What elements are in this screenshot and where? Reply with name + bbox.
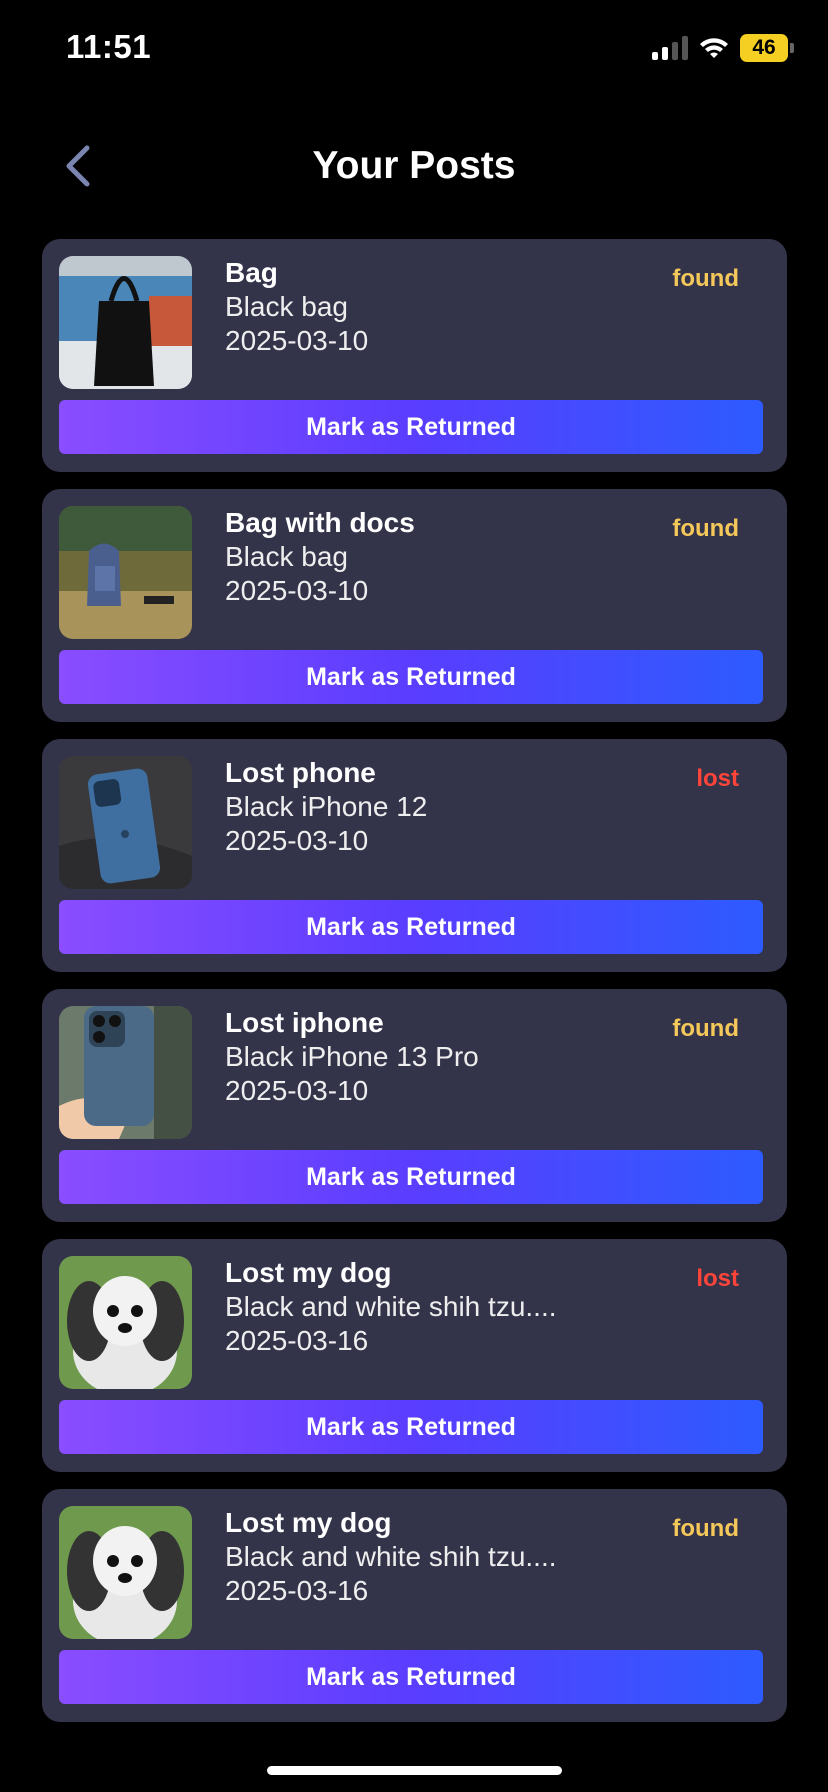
mark-returned-button[interactable]: Mark as Returned — [59, 1400, 763, 1454]
shih-tzu-photo — [59, 1506, 192, 1639]
status-badge: found — [672, 515, 739, 542]
post-description: Black bag — [225, 541, 348, 572]
post-description: Black bag — [225, 291, 348, 322]
post-card: Lost phone Black iPhone 12 2025-03-10 lo… — [42, 739, 787, 972]
mark-returned-button[interactable]: Mark as Returned — [59, 1150, 763, 1204]
post-description: Black iPhone 13 Pro — [225, 1041, 479, 1072]
wifi-icon — [700, 38, 728, 58]
post-info: Bag with docs Black bag 2025-03-10 — [225, 506, 415, 608]
page-title: Your Posts — [312, 144, 516, 187]
status-badge: found — [672, 1015, 739, 1042]
post-card: Lost my dog Black and white shih tzu....… — [42, 1239, 787, 1472]
status-bar: 11:51 46 — [0, 0, 828, 100]
home-indicator[interactable] — [267, 1766, 562, 1775]
post-info: Lost my dog Black and white shih tzu....… — [225, 1506, 557, 1608]
mark-returned-button[interactable]: Mark as Returned — [59, 1650, 763, 1704]
post-info: Bag Black bag 2025-03-10 — [225, 256, 368, 358]
backpack-on-grass-photo — [59, 506, 192, 639]
post-date: 2025-03-10 — [225, 575, 369, 606]
status-badge: lost — [696, 765, 739, 792]
post-date: 2025-03-10 — [225, 825, 369, 856]
post-info: Lost iphone Black iPhone 13 Pro 2025-03-… — [225, 1006, 479, 1108]
mark-returned-button[interactable]: Mark as Returned — [59, 400, 763, 454]
mark-returned-button[interactable]: Mark as Returned — [59, 650, 763, 704]
post-description: Black and white shih tzu.... — [225, 1291, 557, 1322]
post-title: Bag with docs — [225, 507, 415, 538]
post-date: 2025-03-10 — [225, 1075, 369, 1106]
post-title: Bag — [225, 257, 278, 288]
post-title: Lost phone — [225, 757, 376, 788]
status-badge: found — [672, 265, 739, 292]
posts-list: Bag Black bag 2025-03-10 found Mark as R… — [42, 239, 787, 1739]
cellular-signal-icon — [652, 36, 688, 60]
battery-icon: 46 — [740, 34, 794, 62]
post-title: Lost iphone — [225, 1007, 384, 1038]
post-info: Lost phone Black iPhone 12 2025-03-10 — [225, 756, 427, 858]
post-card: Bag Black bag 2025-03-10 found Mark as R… — [42, 239, 787, 472]
status-badge: lost — [696, 1265, 739, 1292]
status-time: 11:51 — [66, 28, 152, 65]
battery-level: 46 — [740, 34, 788, 62]
post-card: Bag with docs Black bag 2025-03-10 found… — [42, 489, 787, 722]
post-description: Black iPhone 12 — [225, 791, 428, 822]
post-card: Lost my dog Black and white shih tzu....… — [42, 1489, 787, 1722]
post-date: 2025-03-10 — [225, 325, 369, 356]
status-badge: found — [672, 1515, 739, 1542]
post-date: 2025-03-16 — [225, 1575, 369, 1606]
post-card: Lost iphone Black iPhone 13 Pro 2025-03-… — [42, 989, 787, 1222]
post-title: Lost my dog — [225, 1257, 392, 1288]
post-description: Black and white shih tzu.... — [225, 1541, 557, 1572]
post-title: Lost my dog — [225, 1507, 392, 1538]
status-icons: 46 — [652, 34, 794, 62]
black-handbag-photo — [59, 256, 192, 389]
post-date: 2025-03-16 — [225, 1325, 369, 1356]
nav-bar: Your Posts — [0, 130, 828, 210]
iphone-in-hand-photo — [59, 1006, 192, 1139]
mark-returned-button[interactable]: Mark as Returned — [59, 900, 763, 954]
shih-tzu-photo — [59, 1256, 192, 1389]
post-info: Lost my dog Black and white shih tzu....… — [225, 1256, 557, 1358]
blue-iphone-photo — [59, 756, 192, 889]
